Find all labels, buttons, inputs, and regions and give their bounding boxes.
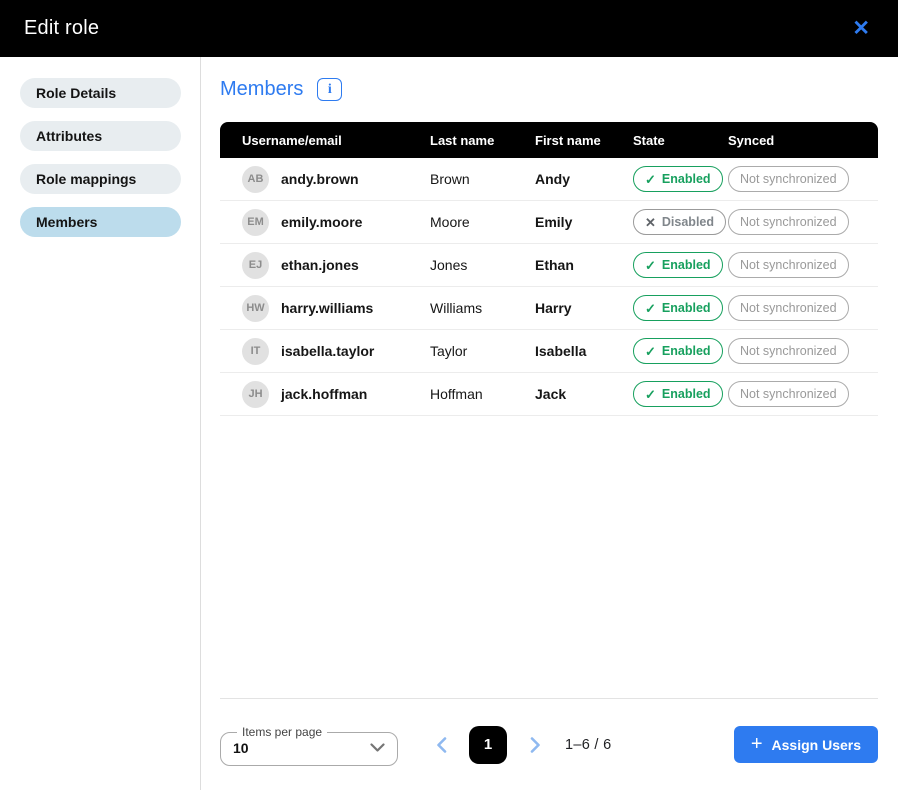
plus-icon: + xyxy=(751,734,763,754)
items-per-page-select[interactable]: Items per page 10 xyxy=(220,725,398,766)
last-name-cell: Hoffman xyxy=(430,386,535,402)
previous-page-icon[interactable] xyxy=(426,730,456,760)
dialog-title: Edit role xyxy=(24,17,99,40)
avatar: IT xyxy=(242,338,269,365)
state-label: Disabled xyxy=(662,215,714,229)
items-per-page-value: 10 xyxy=(233,740,249,756)
table-row[interactable]: HW harry.williams Williams Harry ✓ Enable… xyxy=(220,287,878,330)
state-badge: ✓ Enabled xyxy=(633,338,723,364)
synced-badge: Not synchronized xyxy=(728,252,849,278)
username-cell: harry.williams xyxy=(281,300,373,316)
state-icon: ✓ xyxy=(645,173,656,186)
sidebar-item-members[interactable]: Members xyxy=(20,207,181,237)
col-username: Username/email xyxy=(220,133,430,148)
info-icon[interactable]: i xyxy=(317,78,342,101)
col-first-name: First name xyxy=(535,133,633,148)
content-spacer xyxy=(220,416,878,698)
table-row[interactable]: IT isabella.taylor Taylor Isabella ✓ Enab… xyxy=(220,330,878,373)
synced-badge: Not synchronized xyxy=(728,209,849,235)
table-row[interactable]: EJ ethan.jones Jones Ethan ✓ Enabled Not … xyxy=(220,244,878,287)
table-row[interactable]: EM emily.moore Moore Emily ✕ Disabled Not… xyxy=(220,201,878,244)
first-name-cell: Emily xyxy=(535,214,633,230)
dialog-header: Edit role ✕ xyxy=(0,0,898,57)
last-name-cell: Jones xyxy=(430,257,535,273)
first-name-cell: Ethan xyxy=(535,257,633,273)
first-name-cell: Andy xyxy=(535,171,633,187)
state-icon: ✓ xyxy=(645,302,656,315)
last-name-cell: Williams xyxy=(430,300,535,316)
avatar: EJ xyxy=(242,252,269,279)
table-header: Username/email Last name First name Stat… xyxy=(220,122,878,158)
items-per-page-label: Items per page xyxy=(237,725,327,739)
state-badge: ✓ Enabled xyxy=(633,381,723,407)
state-icon: ✓ xyxy=(645,388,656,401)
state-badge: ✕ Disabled xyxy=(633,209,726,235)
username-cell: isabella.taylor xyxy=(281,343,374,359)
table-row[interactable]: AB andy.brown Brown Andy ✓ Enabled Not sy… xyxy=(220,158,878,201)
col-synced: Synced xyxy=(728,133,878,148)
username-cell: jack.hoffman xyxy=(281,386,367,402)
first-name-cell: Jack xyxy=(535,386,633,402)
page-range-label: 1–6 / 6 xyxy=(565,737,611,753)
username-cell: emily.moore xyxy=(281,214,362,230)
sidebar-item-attributes[interactable]: Attributes xyxy=(20,121,181,151)
sidebar-item-role-mappings[interactable]: Role mappings xyxy=(20,164,181,194)
col-last-name: Last name xyxy=(430,133,535,148)
username-cell: ethan.jones xyxy=(281,257,359,273)
avatar: AB xyxy=(242,166,269,193)
synced-badge: Not synchronized xyxy=(728,166,849,192)
dialog-body: Role Details Attributes Role mappings Me… xyxy=(0,57,898,790)
table-footer: Items per page 10 1 xyxy=(220,698,878,790)
state-label: Enabled xyxy=(662,387,711,401)
last-name-cell: Taylor xyxy=(430,343,535,359)
main-panel: Members i Username/email Last name First… xyxy=(201,57,898,790)
synced-badge: Not synchronized xyxy=(728,338,849,364)
items-per-page-inner: 10 xyxy=(233,740,385,756)
state-icon: ✓ xyxy=(645,259,656,272)
state-label: Enabled xyxy=(662,172,711,186)
table-row[interactable]: JH jack.hoffman Hoffman Jack ✓ Enabled No… xyxy=(220,373,878,416)
edit-role-dialog: Edit role ✕ Role Details Attributes Role… xyxy=(0,0,898,790)
first-name-cell: Isabella xyxy=(535,343,633,359)
page-title: Members xyxy=(220,78,303,101)
state-icon: ✓ xyxy=(645,345,656,358)
current-page-button[interactable]: 1 xyxy=(469,726,507,764)
state-badge: ✓ Enabled xyxy=(633,166,723,192)
title-row: Members i xyxy=(220,78,878,101)
avatar: JH xyxy=(242,381,269,408)
first-name-cell: Harry xyxy=(535,300,633,316)
last-name-cell: Brown xyxy=(430,171,535,187)
state-label: Enabled xyxy=(662,344,711,358)
assign-users-button[interactable]: + Assign Users xyxy=(734,726,878,763)
state-badge: ✓ Enabled xyxy=(633,295,723,321)
synced-badge: Not synchronized xyxy=(728,295,849,321)
close-icon[interactable]: ✕ xyxy=(848,14,874,43)
col-state: State xyxy=(633,133,728,148)
chevron-down-icon xyxy=(370,743,385,753)
assign-users-label: Assign Users xyxy=(772,737,861,753)
avatar: HW xyxy=(242,295,269,322)
state-icon: ✕ xyxy=(645,216,656,229)
next-page-icon[interactable] xyxy=(520,730,550,760)
state-badge: ✓ Enabled xyxy=(633,252,723,278)
members-table: Username/email Last name First name Stat… xyxy=(220,122,878,416)
state-label: Enabled xyxy=(662,301,711,315)
last-name-cell: Moore xyxy=(430,214,535,230)
paginator: 1 1–6 / 6 xyxy=(426,726,611,764)
sidebar: Role Details Attributes Role mappings Me… xyxy=(0,57,201,790)
synced-badge: Not synchronized xyxy=(728,381,849,407)
sidebar-item-role-details[interactable]: Role Details xyxy=(20,78,181,108)
avatar: EM xyxy=(242,209,269,236)
state-label: Enabled xyxy=(662,258,711,272)
username-cell: andy.brown xyxy=(281,171,359,187)
